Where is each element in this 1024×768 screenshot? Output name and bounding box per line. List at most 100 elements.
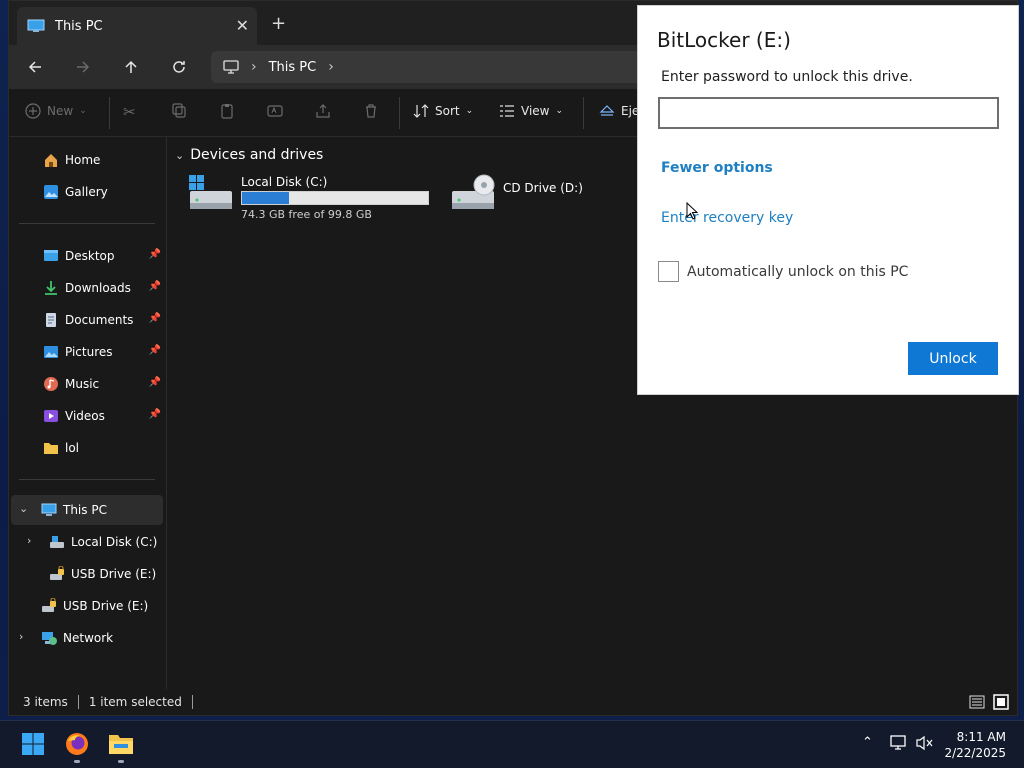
chevron-down-icon[interactable]: ⌄: [19, 502, 28, 515]
details-view-icon[interactable]: [969, 694, 985, 713]
sidebar-divider: [19, 223, 155, 224]
copy-icon: [172, 103, 186, 118]
start-button[interactable]: [18, 729, 48, 759]
sidebar-item-this-pc[interactable]: ⌄ This PC: [11, 495, 163, 525]
group-header-devices[interactable]: ⌄ Devices and drives: [175, 147, 323, 163]
music-icon: [44, 377, 58, 391]
system-clock[interactable]: 8:11 AM 2/22/2025: [944, 729, 1006, 761]
sidebar-item-label: Home: [65, 153, 101, 167]
scissors-icon: ✂: [123, 103, 136, 121]
videos-icon: [44, 410, 58, 422]
dialog-prompt: Enter password to unlock this drive.: [661, 69, 913, 85]
chevron-right-icon[interactable]: ›: [328, 59, 334, 75]
delete-button[interactable]: [363, 103, 379, 119]
breadcrumb-this-pc[interactable]: This PC: [269, 60, 317, 75]
sidebar-item-local-disk-c[interactable]: › Local Disk (C:): [11, 527, 163, 557]
back-button[interactable]: [23, 55, 47, 79]
bitlocker-dialog: BitLocker (E:) Enter password to unlock …: [637, 5, 1019, 395]
drive-item-local-disk-c[interactable]: Local Disk (C:) 74.3 GB free of 99.8 GB: [189, 173, 429, 221]
sidebar-item-downloads[interactable]: Downloads 📌: [11, 273, 163, 303]
refresh-icon: [173, 61, 185, 73]
home-icon: [45, 154, 57, 167]
dialog-title: BitLocker (E:): [657, 28, 791, 52]
taskbar-file-explorer[interactable]: [106, 729, 136, 763]
sidebar-item-lol[interactable]: lol: [11, 433, 163, 463]
share-button[interactable]: [315, 103, 331, 119]
enter-recovery-key-link[interactable]: Enter recovery key: [661, 210, 793, 226]
hard-drive-icon: [189, 175, 232, 209]
sidebar-item-desktop[interactable]: Desktop 📌: [11, 241, 163, 271]
sidebar-item-label: USB Drive (E:): [71, 567, 157, 581]
drive-usage-fill: [242, 192, 290, 204]
sidebar-item-documents[interactable]: Documents 📌: [11, 305, 163, 335]
plus-circle-icon: [25, 103, 41, 119]
sidebar-item-pictures[interactable]: Pictures 📌: [11, 337, 163, 367]
taskbar-firefox[interactable]: [62, 729, 92, 763]
speaker-muted-icon[interactable]: [916, 735, 934, 755]
network-icon: [42, 632, 57, 645]
fewer-options-link[interactable]: Fewer options: [661, 160, 773, 176]
windows-logo-icon: [22, 733, 44, 755]
sidebar-item-label: This PC: [63, 503, 107, 517]
tab-title: This PC: [55, 18, 103, 34]
up-button[interactable]: [119, 55, 143, 79]
rename-button[interactable]: [267, 103, 283, 119]
network-tray-icon[interactable]: [890, 735, 908, 755]
cut-button[interactable]: ✂: [123, 103, 136, 121]
sidebar-item-usb-drive-e[interactable]: USB Drive (E:): [11, 591, 163, 621]
refresh-button[interactable]: [167, 55, 191, 79]
sidebar-item-label: Pictures: [65, 345, 113, 359]
forward-button[interactable]: [71, 55, 95, 79]
status-divider: [77, 695, 79, 709]
arrow-left-icon: [28, 61, 41, 73]
mouse-cursor-icon: [686, 202, 698, 220]
sidebar-item-label: Videos: [65, 409, 105, 423]
close-tab-icon[interactable]: ✕: [236, 16, 249, 35]
rename-icon: [267, 105, 283, 117]
paste-button[interactable]: [219, 103, 235, 119]
auto-unlock-option[interactable]: Automatically unlock on this PC: [658, 261, 908, 282]
sidebar-item-music[interactable]: Music 📌: [11, 369, 163, 399]
sort-label: Sort: [435, 104, 460, 118]
sidebar-item-gallery[interactable]: Gallery: [11, 177, 163, 207]
clock-time: 8:11 AM: [956, 730, 1006, 744]
new-button[interactable]: New ⌄: [25, 103, 87, 119]
sidebar-item-label: Desktop: [65, 249, 115, 263]
new-tab-button[interactable]: +: [271, 13, 286, 34]
address-field[interactable]: › This PC ›: [211, 51, 641, 83]
sort-button[interactable]: Sort ⌄: [413, 103, 473, 119]
status-bar: 3 items 1 item selected: [9, 689, 1017, 715]
document-icon: [46, 313, 56, 327]
chevron-up-icon[interactable]: ⌃: [862, 735, 873, 750]
drive-usage-bar: [241, 191, 429, 205]
sidebar-item-videos[interactable]: Videos 📌: [11, 401, 163, 431]
sidebar-item-network[interactable]: › Network: [11, 623, 163, 653]
drive-item-cd-drive-d[interactable]: CD Drive (D:): [451, 173, 583, 211]
trash-icon: [366, 104, 376, 118]
password-input[interactable]: [658, 97, 999, 129]
taskbar: ⌃ 8:11 AM 2/22/2025: [0, 720, 1024, 768]
auto-unlock-checkbox[interactable]: [658, 261, 679, 282]
chevron-down-icon: ⌄: [555, 106, 564, 116]
divider: [399, 97, 400, 129]
copy-button[interactable]: [171, 103, 187, 119]
sidebar-item-usb-drive-e-nested[interactable]: USB Drive (E:): [11, 559, 163, 589]
clock-date: 2/22/2025: [944, 746, 1006, 760]
folder-icon: [44, 443, 58, 454]
tiles-view-icon[interactable]: [993, 694, 1009, 713]
computer-icon: [41, 503, 57, 516]
chevron-right-icon[interactable]: ›: [19, 630, 23, 643]
chevron-down-icon: ⌄: [465, 106, 474, 116]
auto-unlock-label: Automatically unlock on this PC: [687, 263, 909, 280]
eject-button[interactable]: Eje: [599, 103, 639, 119]
chevron-right-icon[interactable]: ›: [27, 534, 31, 547]
sidebar-item-label: Documents: [65, 313, 134, 327]
status-selection: 1 item selected: [88, 695, 182, 709]
sidebar-item-home[interactable]: Home: [11, 145, 163, 175]
navigation-pane: Home Gallery Desktop 📌 Downloads 📌 Docum…: [9, 137, 167, 689]
view-button[interactable]: View ⌄: [499, 103, 563, 119]
unlock-button[interactable]: Unlock: [908, 342, 998, 375]
clipboard-icon: [221, 104, 233, 119]
drive-name: CD Drive (D:): [503, 181, 583, 195]
tab-this-pc[interactable]: This PC ✕: [17, 7, 257, 45]
